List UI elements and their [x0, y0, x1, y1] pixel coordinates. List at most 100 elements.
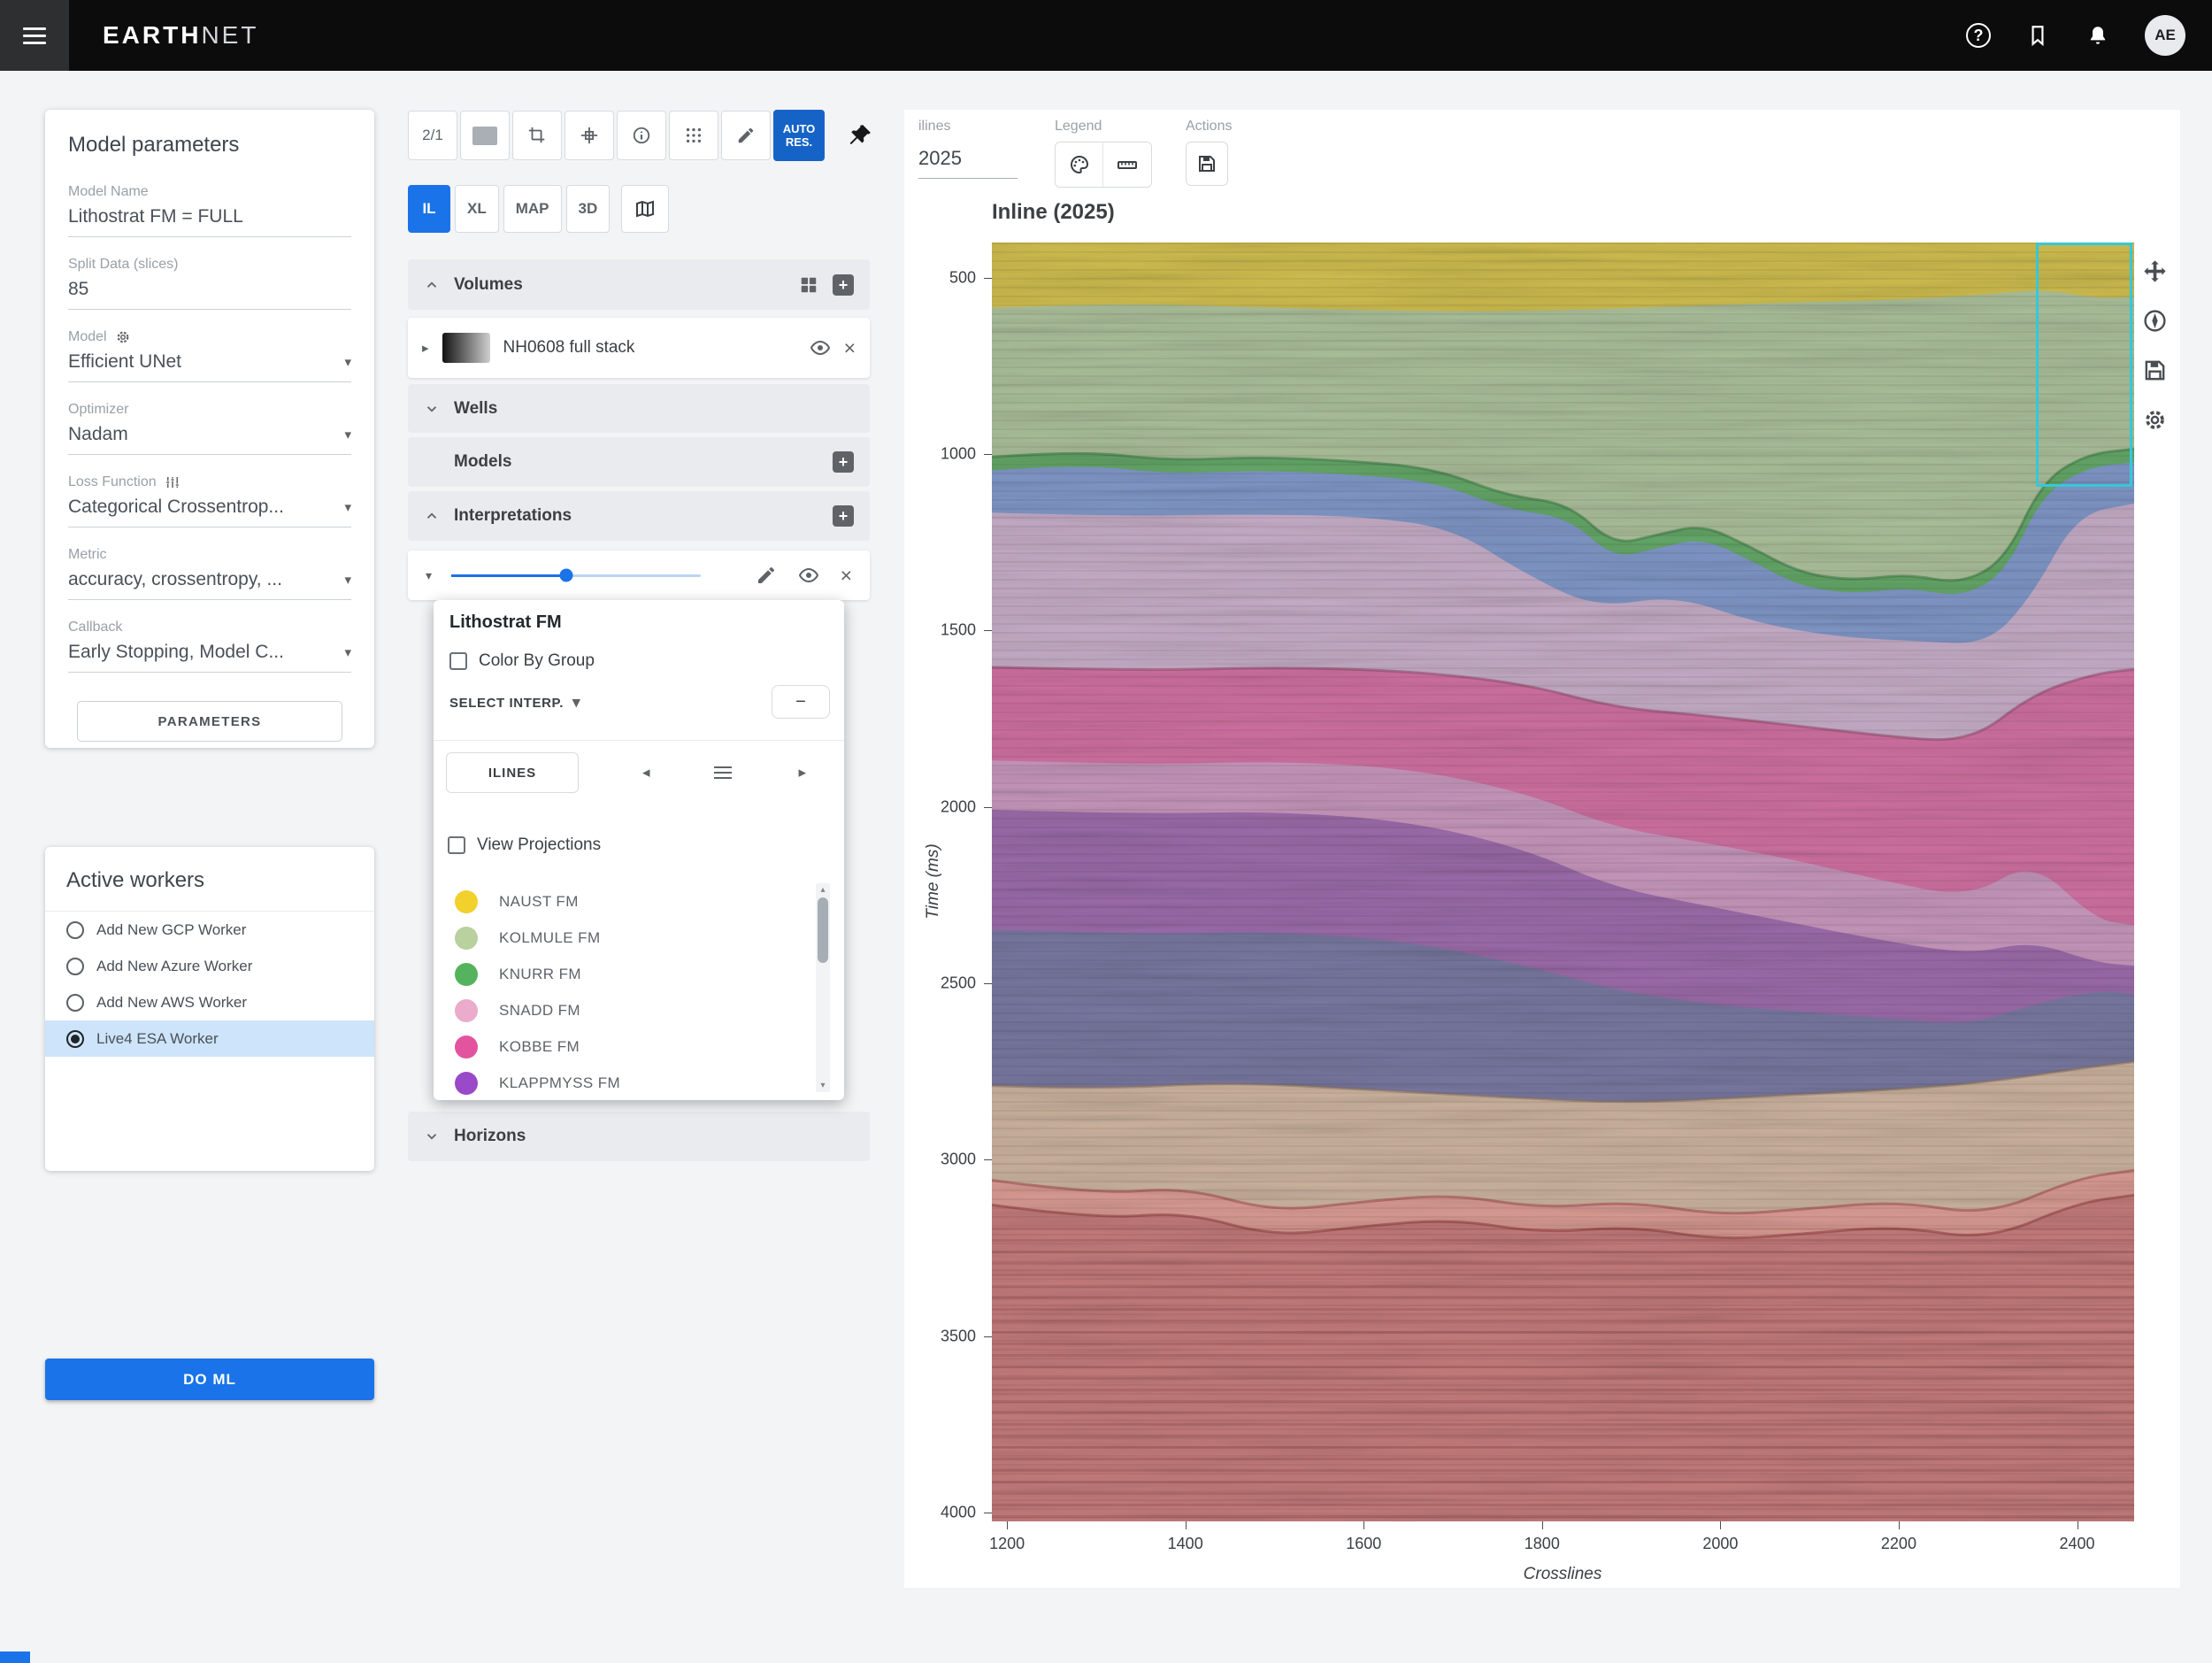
crop-button[interactable] — [512, 111, 562, 160]
tune-icon — [165, 474, 180, 490]
ilines-input-field[interactable]: ilines 2025 — [918, 119, 1018, 179]
tab-map[interactable]: MAP — [503, 185, 562, 233]
seismic-image[interactable] — [992, 243, 2134, 1521]
iline-list-icon[interactable] — [714, 766, 732, 779]
list-item[interactable]: KOLMULE FM — [434, 920, 844, 956]
worker-option-aws[interactable]: Add New AWS Worker — [45, 984, 374, 1020]
callback-select-field[interactable]: Callback Early Stopping, Model C...▾ — [68, 620, 351, 673]
list-item[interactable]: SNADD FM — [434, 992, 844, 1028]
parameters-button[interactable]: PARAMETERS — [77, 701, 342, 742]
select-interp-dropdown[interactable]: SELECT INTERP. ▾ — [449, 694, 580, 712]
loss-function-select-field[interactable]: Loss Function Categorical Crossentrop...… — [68, 474, 351, 527]
checkbox-icon[interactable] — [448, 836, 465, 854]
y-tick-label: 3500 — [914, 1327, 976, 1345]
scroll-up-icon[interactable]: ▴ — [816, 885, 830, 895]
bookmark-icon[interactable] — [2024, 22, 2051, 49]
tab-3d[interactable]: 3D — [566, 185, 611, 233]
model-select-field[interactable]: Model Efficient UNet▾ — [68, 329, 351, 382]
worker-option-esa[interactable]: Live4 ESA Worker — [45, 1020, 374, 1057]
list-item[interactable]: NAUST FM — [434, 883, 844, 920]
next-iline-icon[interactable]: ▸ — [799, 764, 807, 781]
x-tick-label: 1400 — [1168, 1535, 1203, 1553]
actions-label: Actions — [1186, 119, 1232, 135]
edit-button[interactable] — [721, 111, 771, 160]
ilines-button[interactable]: ILINES — [446, 752, 579, 793]
add-interpretation-button[interactable]: + — [833, 505, 854, 527]
x-tick — [1186, 1521, 1187, 1529]
scroll-down-icon[interactable]: ▾ — [816, 1081, 830, 1090]
view-projections-checkbox-row[interactable]: View Projections — [448, 835, 601, 855]
models-panel-header[interactable]: Models + — [408, 437, 870, 487]
seismic-reflector-stripes-deep — [992, 1228, 2134, 1521]
do-ml-button[interactable]: DO ML — [45, 1359, 374, 1400]
ilines-value[interactable]: 2025 — [918, 147, 1018, 179]
user-avatar[interactable]: AE — [2145, 15, 2185, 56]
list-item[interactable]: KNURR FM — [434, 956, 844, 992]
list-item[interactable]: KLAPPMYSS FM — [434, 1065, 844, 1101]
palette-button[interactable] — [1056, 142, 1103, 187]
metric-select-field[interactable]: Metric accuracy, crossentropy, ...▾ — [68, 547, 351, 600]
scrollbar-thumb[interactable] — [818, 897, 828, 963]
settings-icon[interactable] — [2142, 407, 2168, 433]
info-button[interactable] — [617, 111, 666, 160]
expand-arrow-icon[interactable]: ▸ — [422, 340, 429, 356]
grid-dots-button[interactable] — [669, 111, 718, 160]
save-button[interactable] — [1186, 142, 1228, 186]
y-tick-label: 4000 — [914, 1504, 976, 1522]
volume-list-item[interactable]: ▸ NH0608 full stack × — [408, 318, 870, 378]
tab-il[interactable]: IL — [408, 185, 450, 233]
auto-res-button[interactable]: AUTORES. — [773, 110, 825, 161]
add-volume-button[interactable]: + — [833, 274, 854, 296]
basemap-button[interactable] — [621, 185, 669, 233]
x-tick — [1542, 1521, 1543, 1529]
previous-iline-icon[interactable]: ◂ — [642, 764, 650, 781]
visibility-eye-icon[interactable] — [810, 337, 831, 358]
orientation-icon[interactable] — [2142, 308, 2168, 334]
field-label: Callback — [68, 620, 122, 635]
interpretation-popover: Lithostrat FM Color By Group SELECT INTE… — [434, 600, 844, 1100]
remove-selection-button[interactable]: − — [772, 685, 830, 719]
color-by-group-checkbox-row[interactable]: Color By Group — [449, 651, 595, 671]
save-view-icon[interactable] — [2142, 358, 2168, 383]
visibility-eye-icon[interactable] — [798, 565, 819, 586]
slider-knob[interactable] — [559, 569, 572, 582]
hamburger-menu-button[interactable] — [0, 0, 69, 71]
wells-panel-header[interactable]: Wells — [408, 384, 870, 433]
page-indicator-button[interactable]: 2/1 — [408, 111, 457, 160]
chevron-down-icon[interactable]: ▾ — [426, 568, 432, 583]
checkbox-icon[interactable] — [449, 652, 467, 670]
horizons-panel-title: Horizons — [454, 1127, 526, 1146]
tab-xl[interactable]: XL — [455, 185, 499, 233]
split-data-field[interactable]: Split Data (slices) 85 — [68, 257, 351, 310]
formation-list-scrollbar[interactable]: ▴ ▾ — [816, 883, 830, 1092]
ruler-icon — [1117, 154, 1138, 175]
edit-interpretation-icon[interactable] — [756, 565, 777, 586]
grid-view-icon[interactable] — [799, 275, 818, 295]
notifications-bell-icon[interactable] — [2085, 22, 2111, 49]
remove-interpretation-icon[interactable]: × — [841, 566, 852, 586]
add-model-button[interactable]: + — [833, 451, 854, 473]
help-icon[interactable]: ? — [1966, 23, 1991, 48]
volumes-panel-header[interactable]: Volumes + — [408, 259, 870, 310]
worker-option-gcp[interactable]: Add New GCP Worker — [45, 912, 374, 948]
remove-volume-icon[interactable]: × — [844, 338, 856, 358]
colormap-swatch — [472, 127, 497, 145]
y-tick — [984, 983, 992, 984]
crosshair-grid-button[interactable] — [565, 111, 614, 160]
worker-label: Add New GCP Worker — [96, 921, 246, 939]
interpretations-panel-header[interactable]: Interpretations + — [408, 491, 870, 541]
formation-name: KLAPPMYSS FM — [499, 1074, 620, 1092]
formation-color-dot — [455, 999, 478, 1022]
worker-option-azure[interactable]: Add New Azure Worker — [45, 948, 374, 984]
ruler-button[interactable] — [1103, 142, 1151, 187]
auto-res-label-bottom: RES. — [786, 135, 812, 149]
colormap-swatch-button[interactable] — [460, 111, 510, 160]
list-item[interactable]: KOBBE FM — [434, 1028, 844, 1065]
optimizer-select-field[interactable]: Optimizer Nadam▾ — [68, 402, 351, 455]
opacity-slider[interactable] — [451, 574, 701, 577]
formation-color-dot — [455, 963, 478, 986]
horizons-panel-header[interactable]: Horizons — [408, 1112, 870, 1161]
model-name-field[interactable]: Model Name Lithostrat FM = FULL — [68, 184, 351, 237]
pin-button[interactable] — [847, 122, 873, 149]
pan-icon[interactable] — [2142, 258, 2168, 284]
